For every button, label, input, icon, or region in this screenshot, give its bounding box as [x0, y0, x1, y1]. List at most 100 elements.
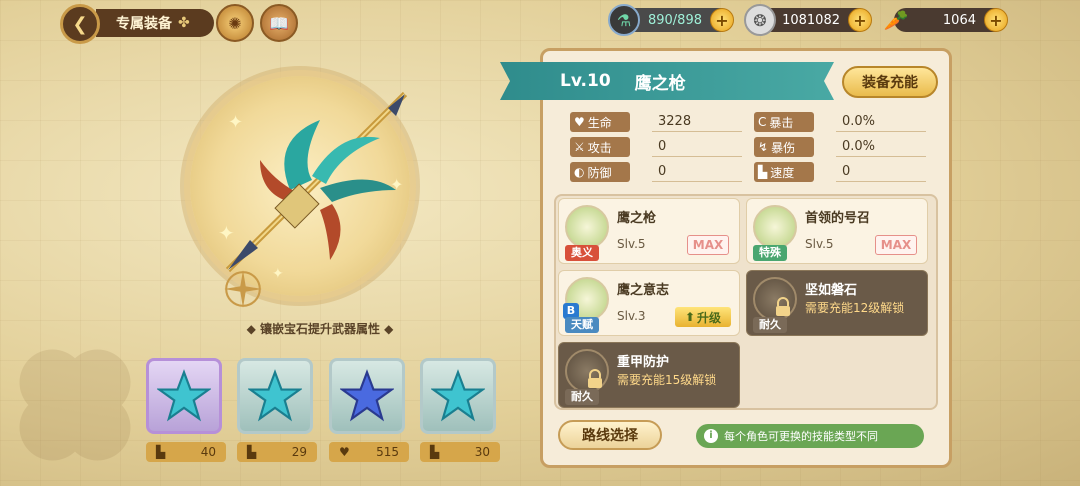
- shield-icon: ◐: [574, 165, 585, 179]
- stat-label-text: 速度: [770, 165, 795, 180]
- skill-level: Slv.3: [617, 309, 646, 323]
- stat-critdmg-label: ↯ 暴伤: [754, 137, 814, 157]
- gem-stat-value: 29: [291, 445, 307, 459]
- skill-tag: 奥义: [565, 245, 599, 261]
- skill-name: 重甲防护: [617, 355, 670, 370]
- skill-name: 鹰之意志: [617, 283, 670, 298]
- stat-def-value: 0: [652, 162, 742, 182]
- back-arrow-icon: ❮: [72, 13, 88, 35]
- skill-card-heavy-armor-locked[interactable]: 耐久 重甲防护 需要充能15级解锁: [558, 342, 740, 408]
- coins-value: 1081082: [782, 12, 840, 28]
- unlock-requirement: 需要充能15级解锁: [617, 373, 717, 387]
- gem-slot-1[interactable]: [146, 358, 222, 434]
- equipment-charge-button[interactable]: 装备充能: [842, 66, 938, 98]
- stat-label-text: 暴击: [769, 115, 794, 130]
- skill-name: 首领的号召: [805, 211, 871, 226]
- skill-name: 鹰之枪: [617, 211, 657, 226]
- stat-label-text: 攻击: [587, 140, 612, 155]
- compass-badge-icon[interactable]: ✺: [216, 4, 254, 42]
- upgrade-button[interactable]: ⬆ 升级: [675, 307, 731, 327]
- skill-level: Slv.5: [617, 237, 646, 251]
- locked-skill-icon: [753, 277, 797, 321]
- max-badge: MAX: [687, 235, 729, 255]
- stat-speed-label: ▙ 速度: [754, 162, 814, 182]
- leader-call-skill-icon: [753, 205, 797, 249]
- skill-tag: 天赋: [565, 317, 599, 333]
- spear-icon[interactable]: ✦ ✦ ✦ ✦: [200, 80, 420, 300]
- resource-carrot: 🥕 1064 +: [884, 8, 1008, 32]
- clover-watermark: [19, 349, 131, 461]
- svg-text:✦: ✦: [228, 112, 243, 133]
- resource-stamina: ⚗ 890/898 +: [608, 4, 734, 36]
- boot-icon: ▙: [156, 445, 166, 459]
- crit-damage-icon: ↯: [758, 140, 769, 154]
- svg-text:✦: ✦: [390, 175, 403, 194]
- gem-stat-value: 30: [474, 445, 490, 459]
- stat-label-text: 防御: [587, 165, 612, 180]
- up-arrow-icon: ⬆: [684, 310, 696, 324]
- charge-button-label: 装备充能: [862, 75, 918, 91]
- hint-text: 每个角色可更换的技能类型不同: [724, 430, 878, 443]
- lock-icon: [588, 369, 602, 388]
- gem-stat-3: ♥ 515: [329, 442, 409, 462]
- stat-crit-label: C 暴击: [754, 112, 814, 132]
- star-gem-icon: [431, 369, 485, 422]
- star-gem-icon: [340, 369, 394, 422]
- level-ribbon: Lv.10 鹰之枪: [500, 62, 834, 100]
- skill-card-rock-solid-locked[interactable]: 耐久 坚如磐石 需要充能12级解锁: [746, 270, 928, 336]
- gem-stat-1: ▙ 40: [146, 442, 226, 462]
- star-gem-icon: [157, 369, 211, 422]
- skill-card-leader-call[interactable]: 特殊 首领的号召 Slv.5 MAX: [746, 198, 928, 264]
- book-icon[interactable]: 📖: [260, 4, 298, 42]
- add-coins-button[interactable]: +: [848, 8, 872, 32]
- add-stamina-button[interactable]: +: [710, 8, 734, 32]
- boot-icon: ▙: [758, 165, 768, 179]
- info-icon: i: [704, 429, 718, 443]
- skill-type-hint: i 每个角色可更换的技能类型不同: [696, 424, 924, 448]
- stat-atk-label: ⚔ 攻击: [570, 137, 630, 157]
- gem-slot-3[interactable]: [329, 358, 405, 434]
- gem-stat-2: ▙ 29: [237, 442, 317, 462]
- gem-stat-value: 40: [200, 445, 216, 459]
- upgrade-label: 升级: [697, 310, 722, 325]
- skill-card-eagle-will[interactable]: B 天赋 鹰之意志 Slv.3 ⬆ 升级: [558, 270, 740, 336]
- svg-text:✦: ✦: [272, 266, 284, 282]
- add-carrot-button[interactable]: +: [984, 8, 1008, 32]
- boot-icon: ▙: [247, 445, 257, 459]
- clover-icon: ✤: [178, 15, 190, 31]
- gem-slot-4[interactable]: [420, 358, 496, 434]
- heart-icon: ♥: [574, 115, 585, 129]
- gem-stat-value: 515: [376, 445, 399, 459]
- carrot-value: 1064: [942, 12, 976, 28]
- back-button[interactable]: ❮: [60, 4, 100, 44]
- crit-icon: C: [758, 115, 767, 129]
- boot-icon: ▙: [430, 445, 440, 459]
- equipment-name: 鹰之枪: [634, 73, 686, 94]
- skill-level: Slv.5: [805, 237, 834, 251]
- skill-tag: 耐久: [565, 389, 599, 405]
- carrot-icon: 🥕: [883, 8, 909, 32]
- stat-def-label: ◐ 防御: [570, 162, 630, 182]
- skill-tag: 耐久: [753, 317, 787, 333]
- stat-speed-value: 0: [836, 162, 926, 182]
- route-button-label: 路线选择: [582, 428, 638, 444]
- compass-emblem-icon: [224, 270, 262, 308]
- resource-coins: ❂ 1081082 +: [744, 4, 872, 36]
- stat-label-text: 生命: [587, 115, 612, 130]
- skill-card-eagle-spear[interactable]: 奥义 鹰之枪 Slv.5 MAX: [558, 198, 740, 264]
- stat-critdmg-value: 0.0%: [836, 137, 926, 157]
- heart-icon: ♥: [339, 445, 350, 459]
- stat-label-text: 暴伤: [771, 140, 796, 155]
- potion-icon: ⚗: [608, 4, 640, 36]
- page-title: 专属装备 ✤: [96, 9, 214, 37]
- eagle-spear-skill-icon: [565, 205, 609, 249]
- stat-atk-value: 0: [652, 137, 742, 157]
- equipment-level: Lv.10: [560, 71, 611, 91]
- gem-slot-2[interactable]: [237, 358, 313, 434]
- coin-icon: ❂: [744, 4, 776, 36]
- sword-icon: ⚔: [574, 140, 585, 154]
- inlay-hint-text: 镶嵌宝石提升武器属性: [259, 322, 380, 336]
- route-select-button[interactable]: 路线选择: [558, 420, 662, 450]
- max-badge: MAX: [875, 235, 917, 255]
- page-title-text: 专属装备: [116, 16, 172, 32]
